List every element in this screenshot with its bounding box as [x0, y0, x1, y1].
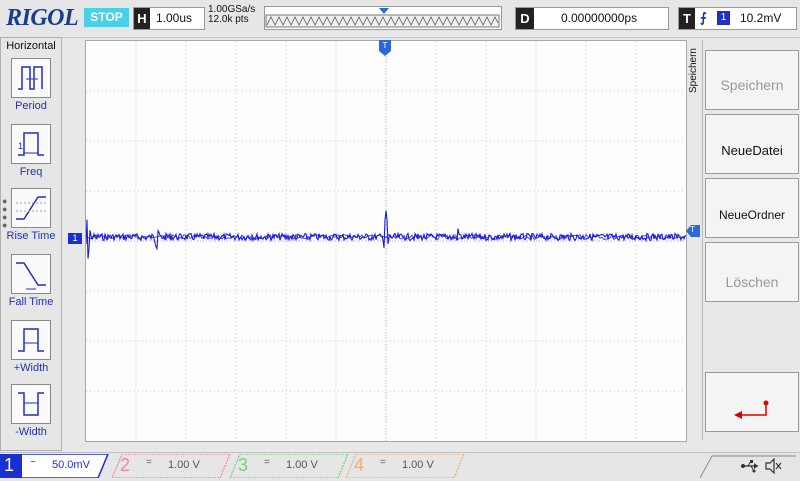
- channel1-coupling-icon: ~: [30, 457, 36, 468]
- period-icon: [11, 58, 51, 98]
- waveform-display[interactable]: [85, 40, 687, 442]
- measure-freq-button[interactable]: 1 Freq: [1, 122, 61, 186]
- horizontal-measure-menu: Horizontal Period 1 Freq Rise Time Fall …: [0, 37, 62, 451]
- measure-minus-width-button[interactable]: -Width: [1, 382, 61, 446]
- measure-plus-width-button[interactable]: +Width: [1, 318, 61, 382]
- rise-time-icon: [11, 188, 51, 228]
- new-file-label: NeueDatei: [721, 143, 783, 158]
- measure-period-button[interactable]: Period: [1, 56, 61, 120]
- speaker-mute-icon[interactable]: [764, 458, 782, 474]
- sample-info: 1.00GSa/s 12.0k pts: [208, 5, 255, 25]
- plus-width-label: +Width: [13, 362, 49, 374]
- channel2-number: 2: [120, 455, 131, 475]
- channel4-tab[interactable]: 4 = 1.00 V: [346, 454, 465, 478]
- memory-points: 12.0k pts: [208, 14, 249, 25]
- channel3-tab[interactable]: 3 = 1.00 V: [230, 454, 349, 478]
- page-indicator-dots: ● ● ● ●: [2, 196, 8, 230]
- trigger-label: T: [679, 8, 695, 29]
- save-button[interactable]: Speichern: [705, 50, 799, 110]
- channel3-number: 3: [238, 455, 249, 475]
- right-menu-title-text: Speichern: [688, 48, 699, 94]
- plus-width-icon: [11, 320, 51, 360]
- measure-fall-time-button[interactable]: Fall Time: [1, 252, 61, 316]
- minus-width-icon: [11, 384, 51, 424]
- fall-time-label: Fall Time: [8, 296, 54, 308]
- minus-width-label: -Width: [15, 426, 47, 438]
- memory-depth-bar: [264, 6, 502, 30]
- delay-value: 0.00000000ps: [561, 11, 638, 25]
- trigger-level: 10.2mV: [740, 11, 782, 25]
- channel3-coupling-icon: =: [264, 457, 270, 468]
- freq-icon: 1: [11, 124, 51, 164]
- trigger-source: 1: [717, 11, 730, 25]
- trigger-level-marker-label: T: [690, 225, 695, 234]
- right-menu-divider: [702, 40, 703, 440]
- period-label: Period: [15, 100, 47, 112]
- new-folder-button[interactable]: NeueOrdner: [705, 178, 799, 238]
- run-stop-indicator[interactable]: STOP: [84, 8, 129, 27]
- return-arrow-icon: [734, 400, 769, 419]
- channel2-tab[interactable]: 2 = 1.00 V: [112, 454, 231, 478]
- rising-edge-icon: ⨍: [700, 10, 707, 25]
- horizontal-label: H: [134, 8, 150, 29]
- trigger-box[interactable]: T ⨍ 1 10.2mV: [678, 7, 797, 30]
- channel1-tab[interactable]: 1 ~ 50.0mV: [0, 454, 109, 478]
- horizontal-timebase-box[interactable]: H 1.00us: [133, 7, 205, 30]
- new-file-button[interactable]: NeueDatei: [705, 114, 799, 174]
- brand-logo: RIGOL: [6, 5, 79, 31]
- rise-time-label: Rise Time: [6, 230, 56, 242]
- new-folder-label: NeueOrdner: [718, 208, 786, 222]
- left-menu-title: Horizontal: [6, 40, 56, 52]
- channel3-scale: 1.00 V: [286, 459, 318, 471]
- save-label: Speichern: [720, 77, 784, 93]
- trigger-position-marker-label: T: [382, 41, 388, 50]
- measure-rise-time-button[interactable]: Rise Time: [1, 186, 61, 250]
- fall-time-icon: [11, 254, 51, 294]
- channel4-coupling-icon: =: [380, 457, 386, 468]
- channel1-number: 1: [4, 455, 15, 475]
- back-button[interactable]: [705, 372, 799, 432]
- system-status-area: [700, 454, 796, 478]
- channel1-scale: 50.0mV: [52, 459, 90, 471]
- delete-button[interactable]: Löschen: [705, 242, 799, 302]
- delay-label: D: [516, 8, 534, 29]
- channel1-offset-marker[interactable]: 1: [68, 233, 82, 244]
- channel2-scale: 1.00 V: [168, 459, 200, 471]
- right-menu-title: Speichern: [688, 48, 702, 114]
- channel2-coupling-icon: =: [146, 457, 152, 468]
- channel4-scale: 1.00 V: [402, 459, 434, 471]
- timebase-value: 1.00us: [156, 11, 193, 25]
- channel4-number: 4: [354, 455, 365, 475]
- freq-label: Freq: [19, 166, 43, 178]
- usb-icon: [741, 460, 758, 473]
- delete-label: Löschen: [725, 274, 779, 290]
- svg-text:1: 1: [18, 141, 23, 151]
- delay-box[interactable]: D 0.00000000ps: [515, 7, 669, 30]
